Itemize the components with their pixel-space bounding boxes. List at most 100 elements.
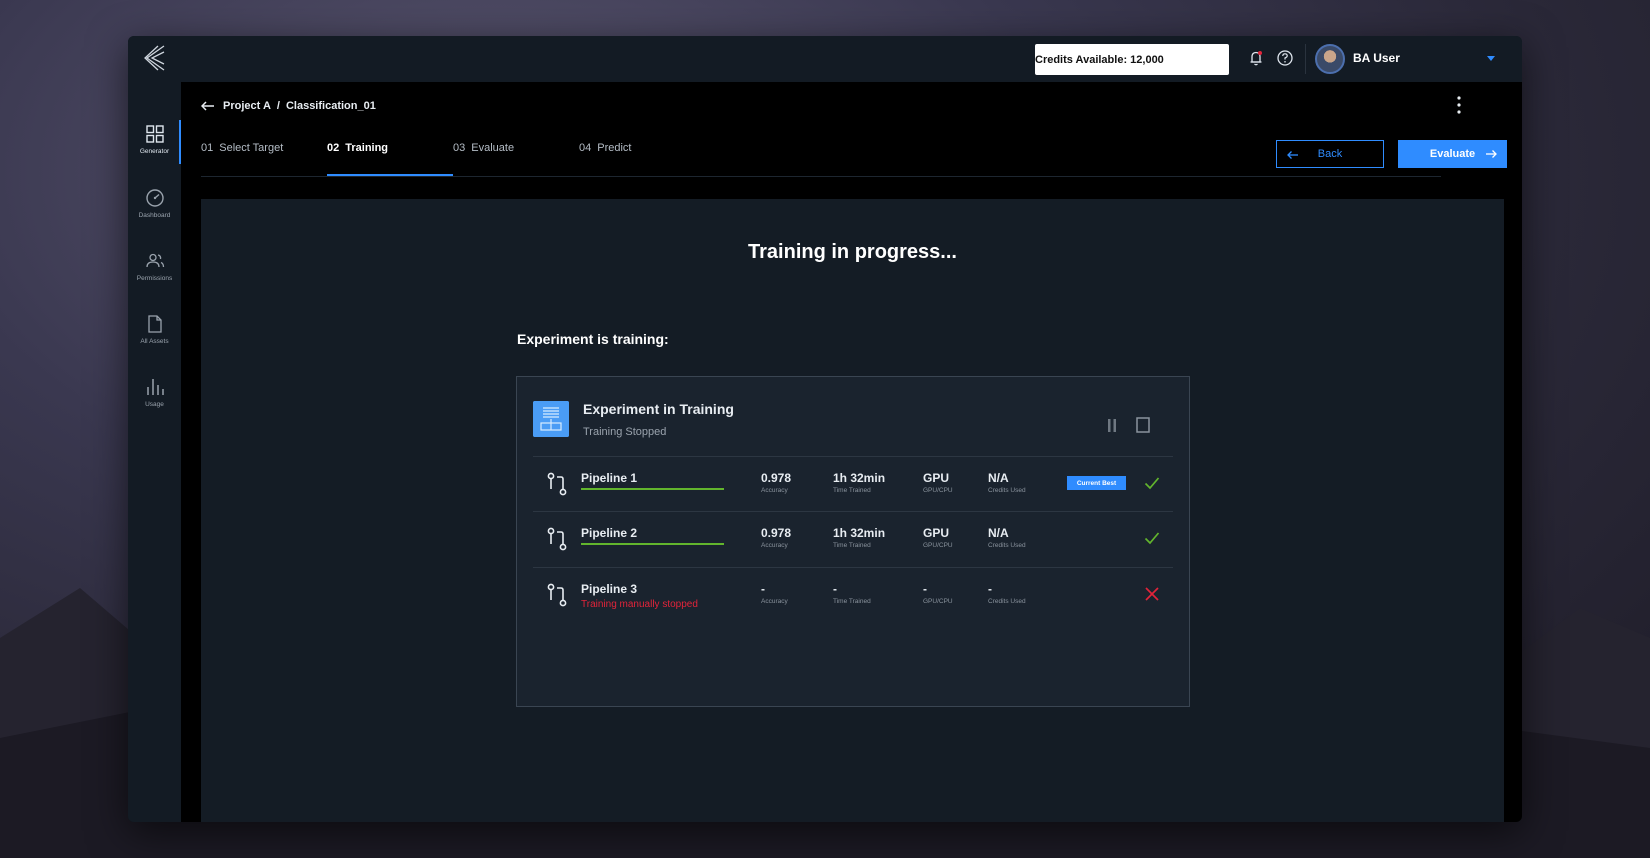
arrow-left-icon[interactable] xyxy=(201,101,215,111)
pipeline-name: Pipeline 3 xyxy=(581,582,638,596)
pipeline-progress-bar xyxy=(581,488,724,490)
training-content: Training in progress... Experiment is tr… xyxy=(201,199,1504,822)
kebab-menu-icon[interactable] xyxy=(1457,96,1461,114)
metric-value: 0.978 xyxy=(761,526,792,540)
section-heading: Experiment is training: xyxy=(517,331,669,347)
bell-icon[interactable] xyxy=(1247,49,1265,67)
bar-chart-icon xyxy=(146,379,164,395)
hardware-metric: - GPU/CPU xyxy=(923,582,953,605)
sidebar-item-dashboard[interactable]: Dashboard xyxy=(128,188,181,240)
stop-icon[interactable] xyxy=(1136,417,1150,433)
credits-used-metric: N/A Credits Used xyxy=(988,471,1026,494)
accuracy-metric: 0.978 Accuracy xyxy=(761,471,791,494)
pipeline-name: Pipeline 2 xyxy=(581,526,638,540)
metric-label: Time Trained xyxy=(833,598,871,605)
breadcrumb-separator: / xyxy=(276,100,280,112)
pipeline-name: Pipeline 1 xyxy=(581,471,638,485)
check-icon xyxy=(1144,477,1160,490)
tab-evaluate[interactable]: 03 Evaluate xyxy=(453,142,514,175)
tab-label: Predict xyxy=(597,142,632,154)
evaluate-button[interactable]: Evaluate xyxy=(1398,140,1507,168)
tab-number: 04 xyxy=(579,142,592,154)
sidebar-item-generator[interactable]: Generator xyxy=(128,120,181,176)
experiment-status: Training Stopped xyxy=(583,426,667,438)
close-icon xyxy=(1145,587,1159,601)
gauge-icon xyxy=(145,189,164,207)
accuracy-metric: - Accuracy xyxy=(761,582,788,605)
tab-label: Select Target xyxy=(219,142,284,154)
git-branch-icon xyxy=(547,527,567,551)
credits-label: Credits Available: 12,000 xyxy=(1035,53,1164,66)
main-panel: Project A / Classification_01 01 Select T… xyxy=(181,82,1522,822)
metric-label: Accuracy xyxy=(761,487,788,494)
metric-value: - xyxy=(761,582,765,596)
back-button[interactable]: Back xyxy=(1276,140,1384,168)
metric-label: GPU/CPU xyxy=(923,542,953,549)
time-trained-metric: - Time Trained xyxy=(833,582,871,605)
sidebar-item-label: All Assets xyxy=(140,338,169,345)
sidebar-item-usage[interactable]: Usage xyxy=(128,377,181,429)
sidebar-item-all-assets[interactable]: All Assets xyxy=(128,314,181,366)
sidebar-item-label: Permissions xyxy=(136,275,173,282)
breadcrumb-page: Classification_01 xyxy=(285,100,376,112)
sidebar: Generator Dashboard Permissions All Asse… xyxy=(128,82,181,822)
metric-value: GPU xyxy=(923,526,950,540)
topbar-divider xyxy=(1305,44,1306,74)
tab-number: 02 xyxy=(327,142,340,154)
top-bar: Credits Available: 12,000 BA User xyxy=(128,36,1522,233)
breadcrumb-project[interactable]: Project A xyxy=(223,100,271,112)
metric-label: Credits Used xyxy=(988,542,1026,549)
credits-available-box[interactable]: Credits Available: 12,000 xyxy=(1035,44,1377,233)
pipeline-progress-bar xyxy=(581,543,724,545)
metric-value: 0.978 xyxy=(761,471,792,485)
accuracy-metric: 0.978 Accuracy xyxy=(761,526,791,549)
tab-select-target[interactable]: 01 Select Target xyxy=(201,142,283,175)
stepper-tabs: 01 Select Target 02 Training 03 Evaluate 04… xyxy=(201,142,1441,177)
credits-used-metric: - Credits Used xyxy=(988,582,1026,605)
sidebar-item-label: Dashboard xyxy=(138,212,171,219)
metric-value: N/A xyxy=(988,526,1009,540)
help-icon[interactable] xyxy=(1276,49,1294,67)
arrow-left-icon xyxy=(1287,151,1298,159)
metric-value: 1h 32min xyxy=(833,526,886,540)
arrow-right-icon xyxy=(1486,150,1497,158)
metric-value: - xyxy=(923,582,927,596)
metric-label: Credits Used xyxy=(988,598,1026,605)
avatar[interactable] xyxy=(1315,44,1345,74)
users-icon xyxy=(145,253,164,268)
sidebar-item-permissions[interactable]: Permissions xyxy=(128,251,181,303)
pipeline-row[interactable]: Pipeline 3 Training manually stopped - A… xyxy=(533,567,1173,623)
metric-label: Time Trained xyxy=(833,542,871,549)
metric-value: N/A xyxy=(988,471,1009,485)
grid-icon xyxy=(145,125,164,143)
metric-label: GPU/CPU xyxy=(923,598,953,605)
pipeline-stopped-note: Training manually stopped xyxy=(581,599,698,610)
tab-predict[interactable]: 04 Predict xyxy=(579,142,632,175)
metric-label: Accuracy xyxy=(761,598,788,605)
git-branch-icon xyxy=(547,583,567,607)
git-branch-icon xyxy=(547,472,567,496)
evaluate-button-label: Evaluate xyxy=(1429,148,1476,160)
page-title: Training in progress... xyxy=(748,241,957,263)
tab-training[interactable]: 02 Training xyxy=(327,142,454,176)
pause-icon[interactable] xyxy=(1107,419,1117,432)
experiment-card: Experiment in Training Training Stopped xyxy=(516,376,1190,707)
pipeline-row[interactable]: Pipeline 1 0.978 Accuracy 1h 32min Time … xyxy=(533,456,1173,512)
metric-value: - xyxy=(833,582,837,596)
check-icon xyxy=(1144,532,1160,545)
app-window: Credits Available: 12,000 BA User Genera… xyxy=(128,36,1522,822)
sidebar-item-label: Usage xyxy=(145,401,164,408)
user-menu-chevron-down-icon[interactable] xyxy=(1487,56,1495,61)
breadcrumb: Project A / Classification_01 xyxy=(201,100,376,112)
metric-label: Time Trained xyxy=(833,487,871,494)
experiment-title: Experiment in Training xyxy=(583,401,734,417)
user-name[interactable]: BA User xyxy=(1353,51,1400,65)
pipeline-row[interactable]: Pipeline 2 0.978 Accuracy 1h 32min Time … xyxy=(533,511,1173,567)
hardware-metric: GPU GPU/CPU xyxy=(923,526,953,549)
file-icon xyxy=(147,315,162,333)
metric-value: GPU xyxy=(923,471,950,485)
metric-label: Accuracy xyxy=(761,542,788,549)
sidebar-item-label: Generator xyxy=(139,148,170,155)
credits-used-metric: N/A Credits Used xyxy=(988,526,1026,549)
experiment-icon xyxy=(533,401,569,437)
